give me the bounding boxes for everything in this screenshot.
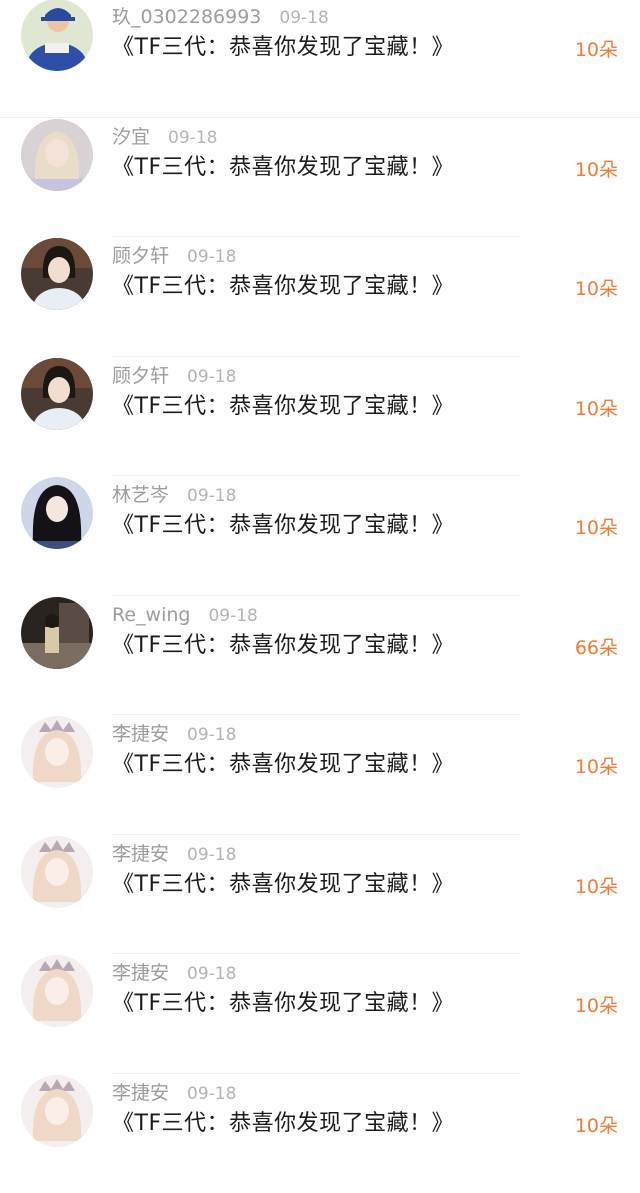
username[interactable]: 汐宜 (112, 126, 150, 148)
username[interactable]: 顾夕轩 (112, 365, 169, 387)
username[interactable]: 李捷安 (112, 843, 169, 865)
avatar[interactable] (21, 836, 93, 908)
record-meta: 李捷安 09-18 (112, 841, 236, 867)
record-meta: 李捷安 09-18 (112, 1080, 236, 1106)
date: 09-18 (187, 845, 236, 865)
record-meta: 林艺岑 09-18 (112, 482, 236, 508)
work-title[interactable]: 《TF三代：恭喜你发现了宝藏！》 (112, 510, 454, 542)
avatar[interactable] (21, 716, 93, 788)
gift-record-row[interactable]: Re_wing 09-18 《TF三代：恭喜你发现了宝藏！》 66朵 (0, 596, 640, 716)
gift-record-row[interactable]: 李捷安 09-18 《TF三代：恭喜你发现了宝藏！》 10朵 (0, 715, 640, 835)
work-title[interactable]: 《TF三代：恭喜你发现了宝藏！》 (112, 32, 454, 64)
record-meta: 玖_0302286993 09-18 (112, 4, 329, 30)
date: 09-18 (187, 725, 236, 745)
gift-record-row[interactable]: 林艺岑 09-18 《TF三代：恭喜你发现了宝藏！》 10朵 (0, 476, 640, 596)
username[interactable]: 林艺岑 (112, 484, 169, 506)
avatar[interactable] (21, 238, 93, 310)
date: 09-18 (187, 367, 236, 387)
gift-record-row[interactable]: 顾夕轩 09-18 《TF三代：恭喜你发现了宝藏！》 10朵 (0, 357, 640, 477)
record-meta: 李捷安 09-18 (112, 721, 236, 747)
avatar[interactable] (21, 597, 93, 669)
gift-amount: 10朵 (575, 395, 618, 423)
gift-record-row[interactable]: 李捷安 09-18 《TF三代：恭喜你发现了宝藏！》 10朵 (0, 835, 640, 955)
avatar[interactable] (21, 955, 93, 1027)
date: 09-18 (279, 8, 328, 28)
gift-record-row[interactable]: 顾夕轩 09-18 《TF三代：恭喜你发现了宝藏！》 10朵 (0, 237, 640, 357)
avatar[interactable] (21, 1075, 93, 1147)
gift-amount: 10朵 (575, 156, 618, 184)
username[interactable]: 李捷安 (112, 1082, 169, 1104)
work-title[interactable]: 《TF三代：恭喜你发现了宝藏！》 (112, 152, 454, 184)
gift-record-list: 玖_0302286993 09-18 《TF三代：恭喜你发现了宝藏！》 10朵 汐… (0, 0, 640, 1154)
work-title[interactable]: 《TF三代：恭喜你发现了宝藏！》 (112, 1108, 454, 1140)
gift-record-row[interactable]: 玖_0302286993 09-18 《TF三代：恭喜你发现了宝藏！》 10朵 (0, 0, 640, 118)
date: 09-18 (187, 1084, 236, 1104)
gift-amount: 10朵 (575, 36, 618, 64)
username[interactable]: 玖_0302286993 (112, 6, 261, 28)
date: 09-18 (168, 128, 217, 148)
avatar[interactable] (21, 0, 93, 71)
record-meta: 汐宜 09-18 (112, 124, 217, 150)
work-title[interactable]: 《TF三代：恭喜你发现了宝藏！》 (112, 869, 454, 901)
date: 09-18 (187, 964, 236, 984)
gift-amount: 10朵 (575, 275, 618, 303)
record-meta: Re_wing 09-18 (112, 602, 258, 628)
work-title[interactable]: 《TF三代：恭喜你发现了宝藏！》 (112, 988, 454, 1020)
gift-amount: 10朵 (575, 992, 618, 1020)
username[interactable]: 顾夕轩 (112, 245, 169, 267)
username[interactable]: 李捷安 (112, 962, 169, 984)
gift-amount: 10朵 (575, 753, 618, 781)
date: 09-18 (187, 486, 236, 506)
avatar[interactable] (21, 477, 93, 549)
avatar[interactable] (21, 358, 93, 430)
work-title[interactable]: 《TF三代：恭喜你发现了宝藏！》 (112, 271, 454, 303)
record-meta: 顾夕轩 09-18 (112, 363, 236, 389)
gift-record-row[interactable]: 李捷安 09-18 《TF三代：恭喜你发现了宝藏！》 10朵 (0, 954, 640, 1074)
date: 09-18 (187, 247, 236, 267)
record-meta: 李捷安 09-18 (112, 960, 236, 986)
username[interactable]: Re_wing (112, 604, 190, 626)
gift-record-row[interactable]: 汐宜 09-18 《TF三代：恭喜你发现了宝藏！》 10朵 (0, 118, 640, 238)
work-title[interactable]: 《TF三代：恭喜你发现了宝藏！》 (112, 391, 454, 423)
gift-amount: 10朵 (575, 873, 618, 901)
gift-amount: 10朵 (575, 514, 618, 542)
work-title[interactable]: 《TF三代：恭喜你发现了宝藏！》 (112, 630, 454, 662)
work-title[interactable]: 《TF三代：恭喜你发现了宝藏！》 (112, 749, 454, 781)
gift-record-row[interactable]: 李捷安 09-18 《TF三代：恭喜你发现了宝藏！》 10朵 (0, 1074, 640, 1193)
gift-amount: 66朵 (575, 634, 618, 662)
date: 09-18 (208, 606, 257, 626)
record-meta: 顾夕轩 09-18 (112, 243, 236, 269)
avatar[interactable] (21, 119, 93, 191)
gift-amount: 10朵 (575, 1112, 618, 1140)
username[interactable]: 李捷安 (112, 723, 169, 745)
